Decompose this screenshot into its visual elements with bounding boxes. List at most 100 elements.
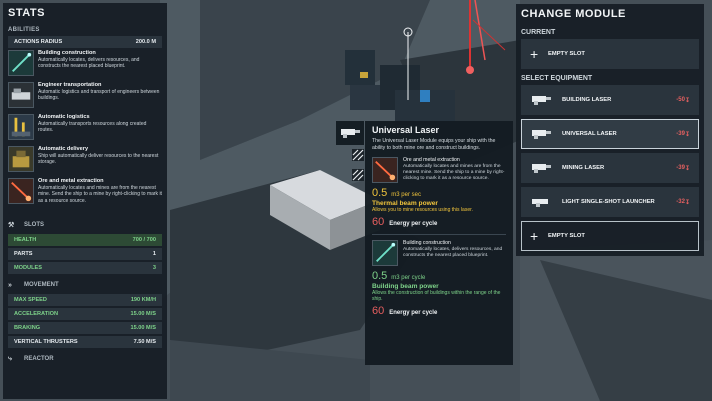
tooltip-building-construction: Building construction Automatically locat…: [372, 240, 506, 266]
building-beam-desc: Allows the construction of buildings wit…: [372, 290, 501, 302]
ability-ore-extraction: Ore and metal extraction Automatically lo…: [8, 178, 162, 214]
max-speed-value: 190 KM/H: [130, 297, 156, 303]
current-empty-slot[interactable]: + EMPTY SLOT: [521, 39, 699, 69]
thermal-beam-title: Thermal beam power: [372, 200, 438, 207]
universal-laser-tooltip: Universal Laser The Universal Laser Modu…: [365, 121, 513, 365]
lightning-down-icon: ↧: [684, 131, 690, 138]
laser-gun-icon: [532, 96, 551, 105]
hatched-box-icon: [352, 149, 364, 161]
energy-delta: -39: [676, 131, 685, 137]
vertical-thrusters-value: 7.50 M/S: [133, 339, 156, 345]
change-module-panel: CHANGE MODULE CURRENT + EMPTY SLOT SELEC…: [516, 4, 704, 256]
launcher-icon: [532, 199, 548, 207]
ore-extraction-icon: [8, 178, 34, 204]
tooltip-side-icons: [336, 121, 364, 191]
braking-row: BRAKING 15.00 M/S: [8, 322, 162, 334]
tooltip-desc: The Universal Laser Module equips your s…: [372, 138, 496, 151]
ability-name: Building construction: [38, 50, 96, 56]
ability-name: Ore and metal extraction: [38, 178, 104, 184]
sub-desc: Automatically locates, delivers resource…: [403, 247, 503, 258]
ore-extraction-icon: [372, 157, 398, 183]
modules-value: 3: [152, 265, 156, 271]
ability-desc: Automatically transports resources along…: [38, 121, 147, 134]
laser-gun-icon: [532, 164, 551, 173]
lightning-down-icon: ↧: [684, 97, 690, 104]
building-beam-title: Building beam power: [372, 283, 439, 290]
build-rate-unit: m3 per cycle: [391, 275, 426, 281]
actions-radius-value: 200.0 M: [135, 39, 156, 45]
ability-desc: Automatically locates, delivers resource…: [38, 57, 140, 70]
abilities-label: ABILITIES: [8, 27, 40, 33]
braking-label: BRAKING: [14, 325, 41, 331]
tooltip-ore-extraction: Ore and metal extraction Automatically lo…: [372, 157, 506, 183]
equipment-universal-laser[interactable]: UNIVERSAL LASER -39 ↧: [521, 119, 699, 149]
actions-radius-row: ACTIONS RADIUS 200.0 M: [8, 36, 162, 48]
equipment-name: BUILDING LASER: [562, 97, 612, 103]
ability-automatic-delivery: Automatic delivery Ship will automaticall…: [8, 146, 162, 176]
current-slot-label: EMPTY SLOT: [548, 51, 585, 57]
equipment-name: LIGHT SINGLE-SHOT LAUNCHER: [562, 199, 655, 205]
actions-radius-label: ACTIONS RADIUS: [14, 39, 63, 45]
energy-cost-2: 60 Energy per cycle: [372, 305, 506, 317]
change-module-title: CHANGE MODULE: [521, 8, 626, 20]
slots-label: SLOTS: [24, 222, 45, 228]
equipment-name: UNIVERSAL LASER: [562, 131, 617, 137]
laser-gun-icon: [532, 130, 551, 139]
acceleration-row: ACCELERATION 15.00 M/S: [8, 308, 162, 320]
building-construction-icon: [372, 240, 398, 266]
health-row: HEALTH 700 / 700: [8, 234, 162, 246]
vertical-thrusters-row: VERTICAL THRUSTERS 7.50 M/S: [8, 336, 162, 348]
mine-rate: 0.5 m3 per sec: [372, 187, 506, 199]
equipment-building-laser[interactable]: BUILDING LASER -50 ↧: [521, 85, 699, 115]
acceleration-value: 15.00 M/S: [130, 311, 157, 317]
equipment-empty-slot[interactable]: + EMPTY SLOT: [521, 221, 699, 251]
health-value: 700 / 700: [132, 237, 156, 243]
lightning-down-icon: ↧: [684, 199, 690, 206]
ability-desc: Automatically locates and mines are from…: [38, 185, 162, 204]
ability-desc: Automatic logistics and transport of eng…: [38, 89, 160, 102]
ability-name: Engineer transportation: [38, 82, 102, 88]
equipment-light-launcher[interactable]: LIGHT SINGLE-SHOT LAUNCHER -32 ↧: [521, 187, 699, 217]
plus-icon: +: [530, 46, 539, 62]
sub-name: Ore and metal extraction: [403, 157, 460, 163]
build-rate-value: 0.5: [372, 270, 388, 282]
stats-title: STATS: [8, 7, 45, 19]
parts-value: 1: [152, 251, 156, 257]
reactor-label: REACTOR: [24, 356, 54, 362]
divider: [372, 234, 506, 235]
lightning-down-icon: ↧: [684, 165, 690, 172]
braking-value: 15.00 M/S: [130, 325, 157, 331]
mine-rate-unit: m3 per sec: [391, 192, 421, 198]
mine-rate-value: 0.5: [372, 187, 388, 199]
empty-slot-label: EMPTY SLOT: [548, 233, 585, 239]
energy-delta: -39: [676, 165, 685, 171]
automatic-logistics-icon: [8, 114, 34, 140]
ability-desc: Ship will automatically deliver resource…: [38, 153, 159, 166]
modules-row: MODULES 3: [8, 262, 162, 274]
slots-section: ⚒ SLOTS: [8, 218, 162, 232]
chevrons-right-icon: »: [8, 281, 12, 289]
current-label: CURRENT: [521, 29, 556, 36]
reactor-section: ⤷ REACTOR: [8, 352, 162, 366]
movement-label: MOVEMENT: [24, 282, 59, 288]
sub-name: Building construction: [403, 240, 451, 246]
ability-automatic-logistics: Automatic logistics Automatically transpo…: [8, 114, 162, 144]
wrench-icon: ⚒: [8, 222, 15, 229]
max-speed-label: MAX SPEED: [14, 297, 47, 303]
ability-name: Automatic delivery: [38, 146, 89, 152]
movement-section: » MOVEMENT: [8, 278, 162, 292]
thermal-beam-desc: Allows you to mine resources using this …: [372, 207, 473, 213]
engineer-transport-icon: [8, 82, 34, 108]
select-equipment-label: SELECT EQUIPMENT: [521, 75, 593, 82]
vertical-thrusters-label: VERTICAL THRUSTERS: [14, 339, 78, 345]
plus-icon: +: [530, 228, 539, 244]
equipment-mining-laser[interactable]: MINING LASER -39 ↧: [521, 153, 699, 183]
energy-label: Energy per cycle: [389, 221, 438, 227]
build-rate: 0.5 m3 per cycle: [372, 270, 506, 282]
energy-delta: -50: [676, 97, 685, 103]
max-speed-row: MAX SPEED 190 KM/H: [8, 294, 162, 306]
parts-row: PARTS 1: [8, 248, 162, 260]
ability-name: Automatic logistics: [38, 114, 90, 120]
acceleration-label: ACCELERATION: [14, 311, 59, 317]
lightning-icon: ⤷: [8, 355, 12, 362]
